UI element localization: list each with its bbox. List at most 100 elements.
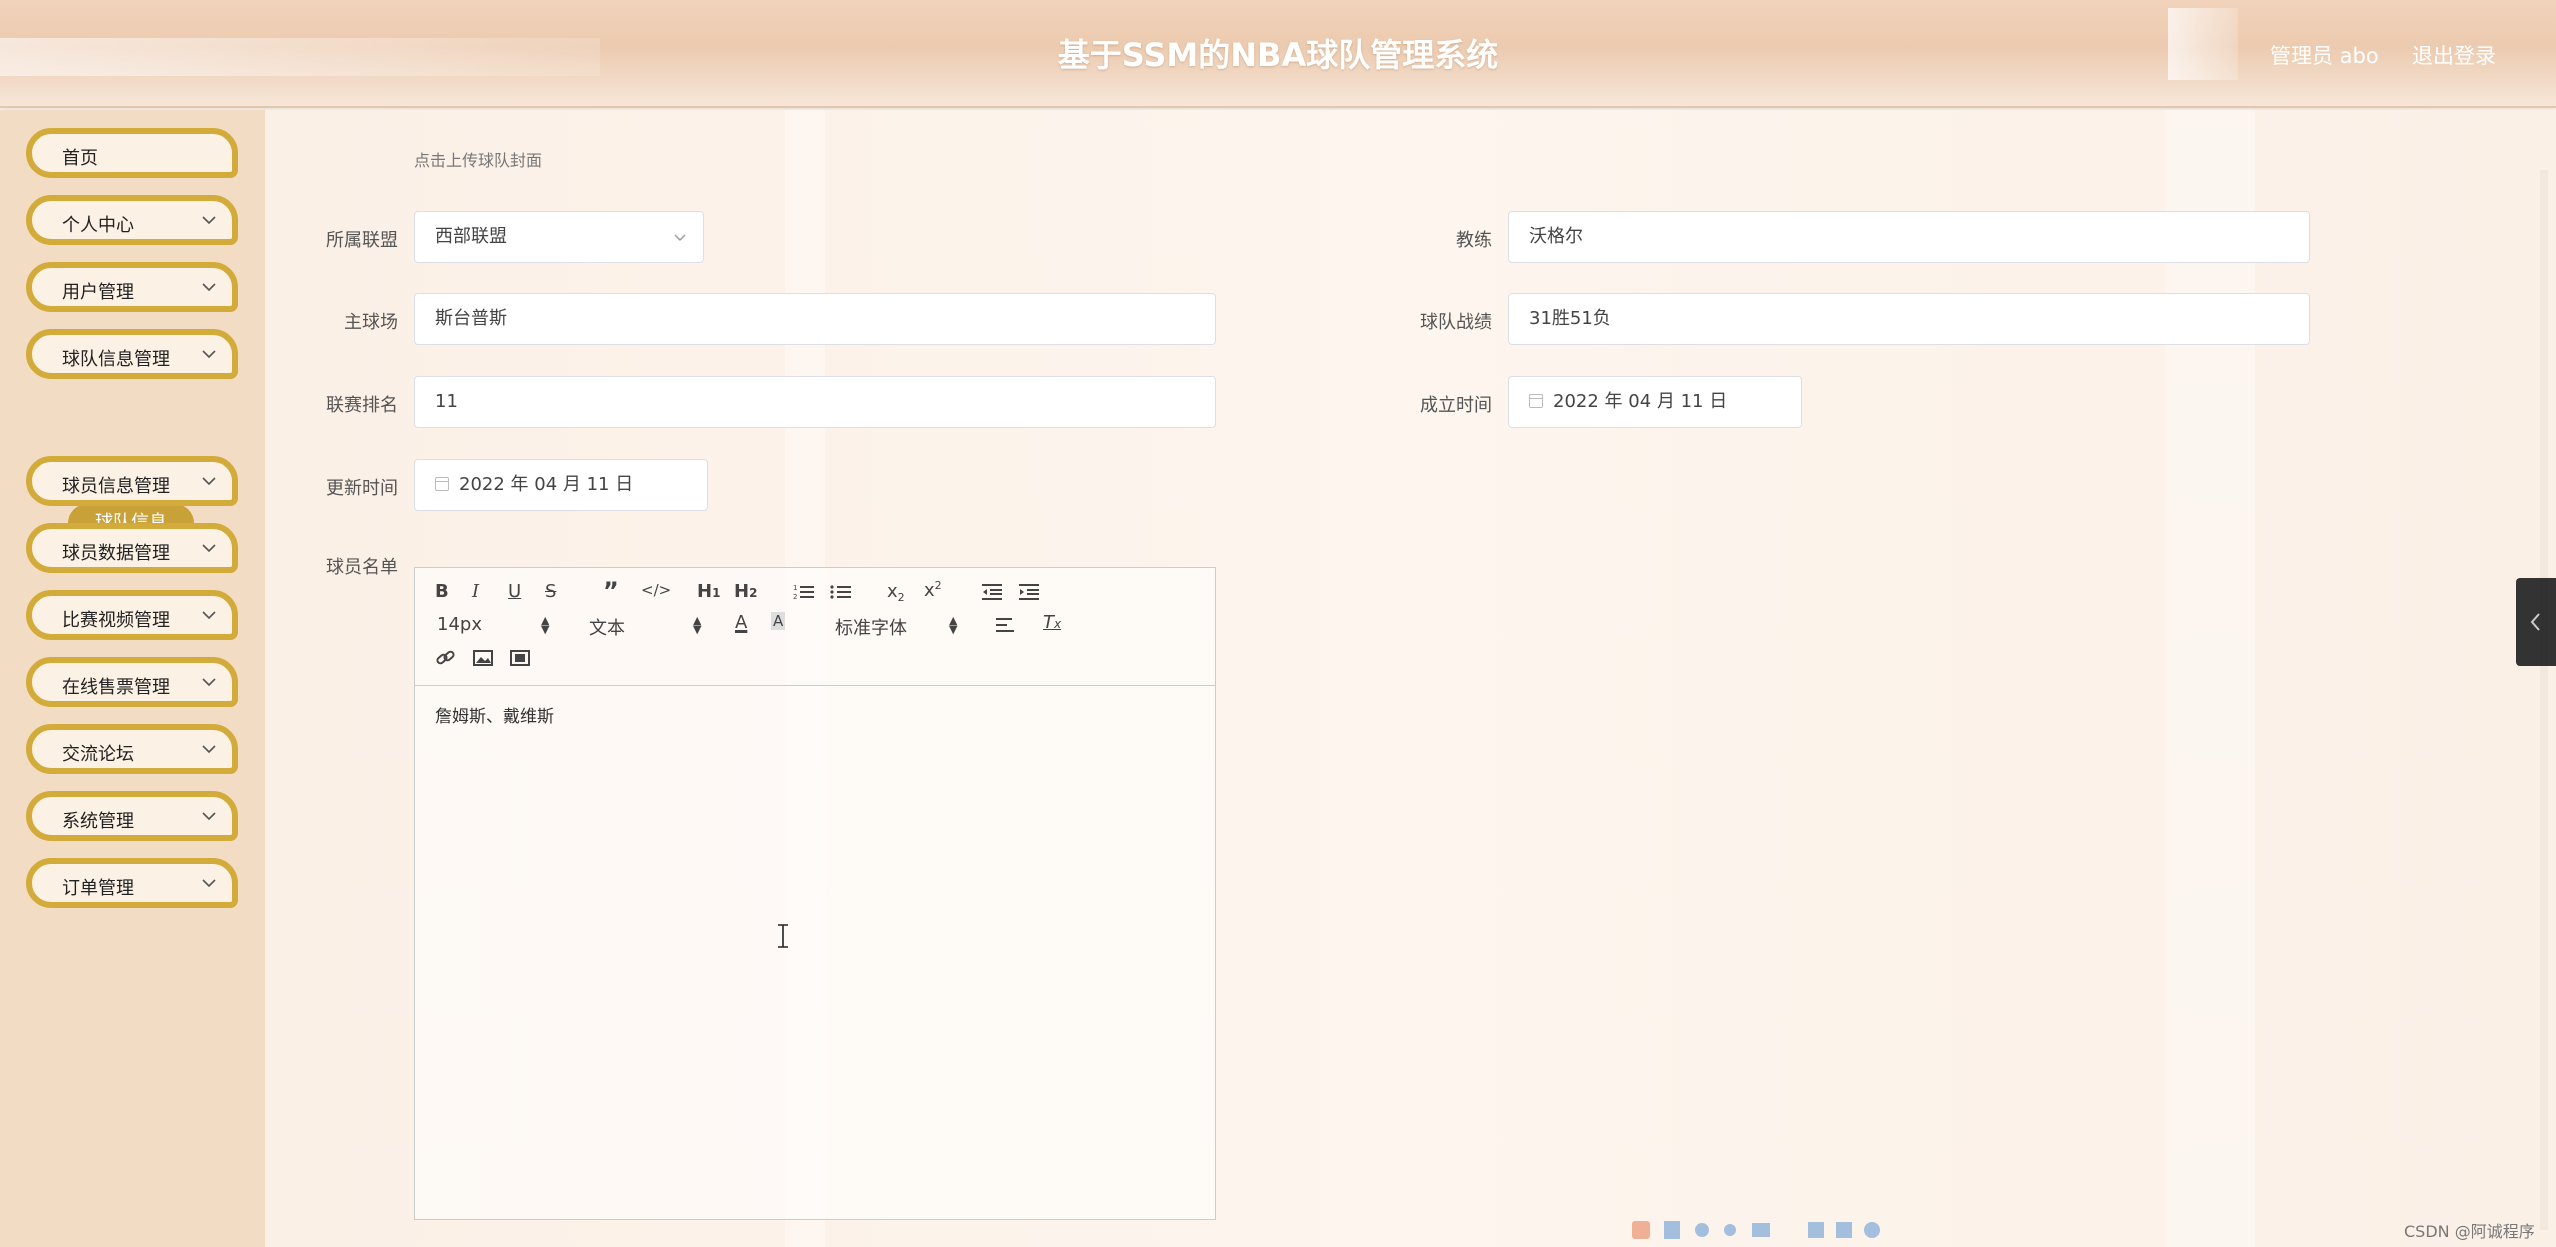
subscript-icon[interactable]: x2 xyxy=(887,581,905,604)
sidebar-item-forum[interactable]: 交流论坛 xyxy=(26,724,238,774)
league-select-value: 西部联盟 xyxy=(435,226,507,247)
chevron-down-icon xyxy=(202,812,216,821)
image-icon[interactable] xyxy=(472,648,494,668)
coach-label: 教练 xyxy=(1456,230,1492,251)
updated-label: 更新时间 xyxy=(326,478,398,499)
chevron-down-icon xyxy=(202,678,216,687)
align-left-icon[interactable] xyxy=(995,616,1017,634)
logout-button[interactable]: 退出登录 xyxy=(2412,40,2496,70)
arena-input[interactable]: 斯台普斯 xyxy=(414,293,1216,345)
text-style-select[interactable]: 文本 ▲ ▼ xyxy=(589,614,709,640)
ordered-list-icon[interactable]: 12 xyxy=(793,583,815,601)
sidebar-item-label: 球队信息管理 xyxy=(62,349,170,370)
heading2-icon[interactable]: H2 xyxy=(734,581,757,602)
text-style-value: 文本 xyxy=(589,618,625,639)
bold-icon[interactable]: B xyxy=(435,581,449,602)
editor-toolbar: B I U S ” </> H1 H2 12 x2 x2 14px ▲ ▼ 文本 … xyxy=(415,568,1215,686)
sidebar-item-team-info-management[interactable]: 球队信息管理 xyxy=(26,329,238,379)
founded-date-value: 2022 年 04 月 11 日 xyxy=(1553,391,1728,412)
code-block-icon[interactable]: </> xyxy=(641,581,671,599)
chevron-down-icon xyxy=(202,544,216,553)
sidebar-item-match-video-management[interactable]: 比赛视频管理 xyxy=(26,590,238,640)
clear-format-icon[interactable]: Tx xyxy=(1043,612,1061,633)
sidebar-item-label: 订单管理 xyxy=(62,878,134,899)
indent-icon[interactable] xyxy=(1018,583,1040,601)
calendar-icon xyxy=(1529,394,1543,408)
font-family-select[interactable]: 标准字体 ▲ ▼ xyxy=(835,614,965,640)
font-size-select[interactable]: 14px ▲ ▼ xyxy=(437,614,557,635)
league-label: 所属联盟 xyxy=(326,230,398,251)
sidebar-item-label: 用户管理 xyxy=(62,282,134,303)
sidebar-item-label: 球员数据管理 xyxy=(62,543,170,564)
founded-label: 成立时间 xyxy=(1420,395,1492,416)
sidebar-item-label: 比赛视频管理 xyxy=(62,610,170,631)
italic-icon[interactable]: I xyxy=(472,581,479,602)
font-family-value: 标准字体 xyxy=(835,618,907,639)
sidebar-item-user-management[interactable]: 用户管理 xyxy=(26,262,238,312)
heading1-icon[interactable]: H1 xyxy=(697,581,720,602)
sidebar-item-label: 首页 xyxy=(62,148,98,169)
video-icon[interactable] xyxy=(509,648,531,668)
sidebar-item-player-data-management[interactable]: 球员数据管理 xyxy=(26,523,238,573)
app-title: 基于SSM的NBA球队管理系统 xyxy=(1057,36,1499,74)
rank-input[interactable]: 11 xyxy=(414,376,1216,428)
svg-text:1: 1 xyxy=(793,584,797,592)
chevron-down-icon xyxy=(202,745,216,754)
bullet-list-icon[interactable] xyxy=(830,583,852,601)
cover-upload-hint[interactable]: 点击上传球队封面 xyxy=(414,147,542,171)
font-color-icon[interactable]: A xyxy=(735,612,747,633)
underline-icon[interactable]: U xyxy=(508,581,521,602)
blockquote-icon[interactable]: ” xyxy=(603,577,619,605)
updown-icon: ▲ ▼ xyxy=(693,614,702,636)
sidebar-item-personal-center[interactable]: 个人中心 xyxy=(26,195,238,245)
scrollbar[interactable] xyxy=(2540,170,2548,1230)
current-user: 管理员 abo xyxy=(2270,44,2379,68)
chevron-down-icon xyxy=(674,234,686,241)
roster-label: 球员名单 xyxy=(326,557,398,578)
superscript-icon[interactable]: x2 xyxy=(924,579,942,601)
record-input[interactable]: 31胜51负 xyxy=(1508,293,2310,345)
calendar-icon xyxy=(435,477,449,491)
sidebar-item-label: 系统管理 xyxy=(62,811,134,832)
sidebar-item-label: 球员信息管理 xyxy=(62,476,170,497)
founded-date-picker[interactable]: 2022 年 04 月 11 日 xyxy=(1508,376,1802,428)
chevron-down-icon xyxy=(202,350,216,359)
rank-label: 联赛排名 xyxy=(326,395,398,416)
editor-content[interactable]: 詹姆斯、戴维斯 xyxy=(435,702,554,727)
link-icon[interactable] xyxy=(435,648,457,668)
sidebar: 首页 个人中心 用户管理 球队信息管理 球队信息 球员信息管理 球员数据管理 比… xyxy=(0,110,265,1247)
background-decoration xyxy=(2165,110,2255,1247)
background-color-icon[interactable]: A xyxy=(771,612,786,630)
sidebar-item-label: 交流论坛 xyxy=(62,744,134,765)
sidebar-item-label: 个人中心 xyxy=(62,215,134,236)
watermark-text: CSDN @阿诚程序 xyxy=(2404,1222,2535,1241)
outdent-icon[interactable] xyxy=(981,583,1003,601)
chevron-down-icon xyxy=(202,283,216,292)
updown-icon: ▲ ▼ xyxy=(541,614,550,636)
league-select[interactable]: 西部联盟 xyxy=(414,211,704,263)
top-header: 基于SSM的NBA球队管理系统 管理员 abo 退出登录 xyxy=(0,0,2556,108)
updown-icon: ▲ ▼ xyxy=(949,614,958,636)
arena-label: 主球场 xyxy=(344,312,398,333)
record-label: 球队战绩 xyxy=(1420,312,1492,333)
font-size-value: 14px xyxy=(437,614,482,635)
system-tray xyxy=(1632,1221,1880,1239)
coach-input[interactable]: 沃格尔 xyxy=(1508,211,2310,263)
svg-text:2: 2 xyxy=(793,593,797,601)
text-cursor-icon xyxy=(778,924,788,948)
chevron-down-icon xyxy=(202,611,216,620)
chevron-down-icon xyxy=(202,879,216,888)
sidebar-item-home[interactable]: 首页 xyxy=(26,128,238,178)
collapse-panel-button[interactable] xyxy=(2516,578,2556,666)
chevron-down-icon xyxy=(202,216,216,225)
sidebar-item-player-info-management[interactable]: 球员信息管理 xyxy=(26,456,238,506)
updated-date-value: 2022 年 04 月 11 日 xyxy=(459,474,634,495)
chevron-down-icon xyxy=(202,477,216,486)
strikethrough-icon[interactable]: S xyxy=(545,581,556,602)
sidebar-item-order-management[interactable]: 订单管理 xyxy=(26,858,238,908)
sidebar-item-ticket-management[interactable]: 在线售票管理 xyxy=(26,657,238,707)
sidebar-item-system-management[interactable]: 系统管理 xyxy=(26,791,238,841)
sidebar-item-label: 在线售票管理 xyxy=(62,677,170,698)
roster-rich-text-editor[interactable]: B I U S ” </> H1 H2 12 x2 x2 14px ▲ ▼ 文本 … xyxy=(414,567,1216,1220)
updated-date-picker[interactable]: 2022 年 04 月 11 日 xyxy=(414,459,708,511)
